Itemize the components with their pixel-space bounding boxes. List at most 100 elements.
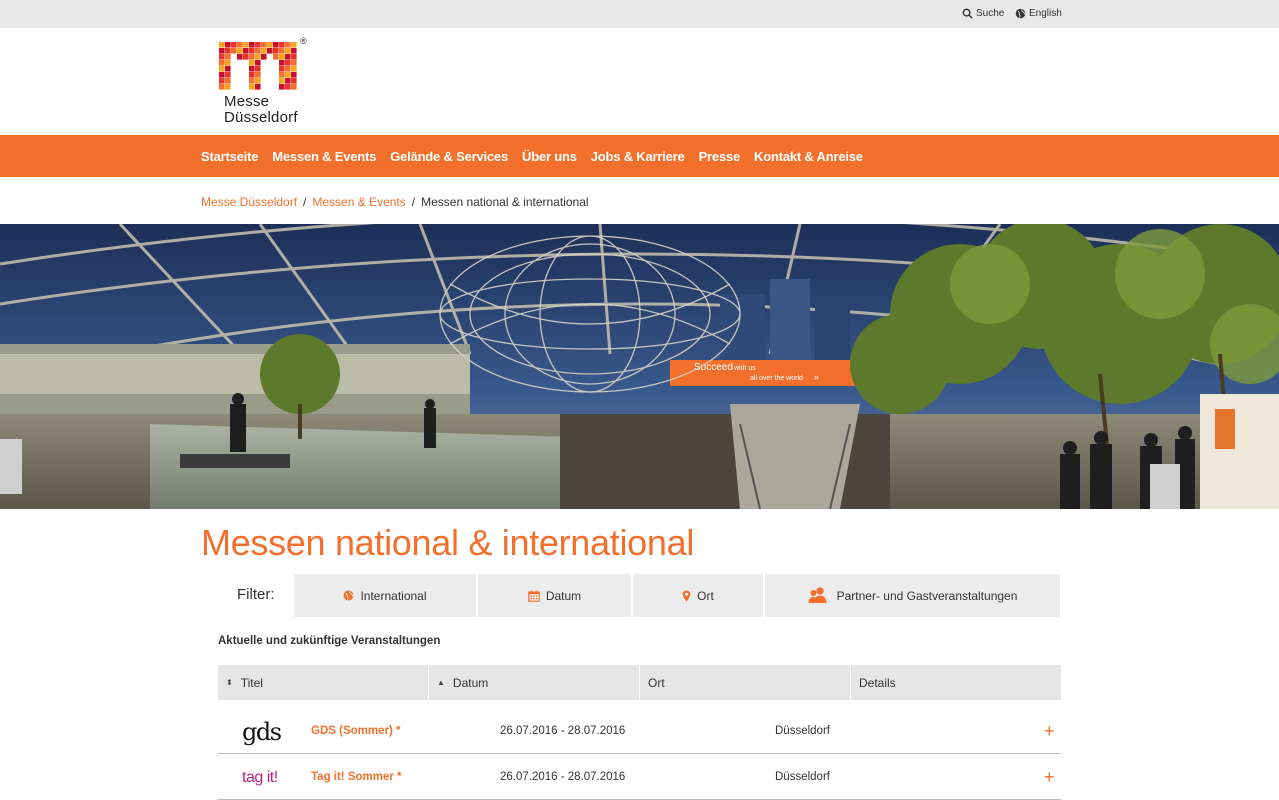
calendar-icon [528, 590, 540, 602]
logo-pixel [219, 60, 225, 66]
logo-pixel [249, 48, 255, 54]
nav-item-messen-events[interactable]: Messen & Events [272, 149, 376, 164]
logo-pixel [267, 48, 273, 54]
exhibition-hall-photo: Succeed with us all over the world » [0, 224, 1279, 509]
expand-details-button[interactable]: + [1044, 754, 1055, 800]
events-section-title: Aktuelle und zukünftige Veranstaltungen [218, 635, 441, 647]
tag-it-logo-text: tag it! [242, 769, 278, 786]
site-header: ® Messe Düsseldorf [0, 28, 1279, 135]
logo-pixel [225, 66, 231, 72]
filter-partner-events-button[interactable]: Partner- und Gastveranstaltungen [765, 574, 1060, 617]
logo-mark-icon [219, 42, 297, 90]
globe-icon [344, 590, 354, 601]
logo-pixel [237, 42, 243, 48]
logo-pixel [249, 72, 255, 78]
logo-pixel [273, 48, 279, 54]
logo-pixel [285, 72, 291, 78]
filter-location-button[interactable]: Ort [633, 574, 763, 617]
logo-pixel [249, 42, 255, 48]
column-header-location[interactable]: Ort [640, 665, 850, 700]
logo-pixel [225, 42, 231, 48]
expand-details-button[interactable]: + [1044, 708, 1055, 754]
logo-pixel [219, 48, 225, 54]
logo-pixel [249, 54, 255, 60]
logo-pixel [255, 66, 261, 72]
logo-pixel [291, 84, 297, 90]
logo-pixel [249, 60, 255, 66]
logo-pixel [255, 60, 261, 66]
sort-both-icon: ⬍ [226, 678, 233, 687]
gds-logo-text: gds [242, 718, 282, 746]
messe-duesseldorf-logo[interactable]: ® Messe Düsseldorf [218, 36, 318, 131]
filter-date-button[interactable]: Datum [478, 574, 631, 617]
nav-item-ueber-uns[interactable]: Über uns [522, 149, 577, 164]
logo-pixel [291, 60, 297, 66]
table-row[interactable]: tag it! Tag it! Sommer * 26.07.2016 - 28… [218, 754, 1061, 800]
nav-item-startseite[interactable]: Startseite [201, 149, 258, 164]
filter-date-label: Datum [545, 588, 582, 603]
logo-pixel [291, 72, 297, 78]
column-header-title-label: Titel [240, 675, 263, 690]
hero-banner-text-2: with us [733, 365, 756, 372]
logo-pixel [291, 54, 297, 60]
events-table-header: ⬍ Titel ▲ Datum Ort Details [218, 665, 1061, 700]
logo-pixel [249, 66, 255, 72]
event-title-link[interactable]: GDS (Sommer) * [311, 708, 400, 754]
logo-pixel [285, 78, 291, 84]
event-title-link[interactable]: Tag it! Sommer * [311, 754, 402, 800]
people-icon [808, 587, 827, 603]
logo-pixel [225, 84, 231, 90]
logo-pixel [279, 66, 285, 72]
language-switch[interactable]: English [1015, 8, 1062, 19]
breadcrumb-link-home[interactable]: Messe Düsseldorf [201, 195, 297, 209]
logo-pixel [237, 54, 243, 60]
column-header-location-label: Ort [648, 675, 665, 690]
logo-pixel [279, 60, 285, 66]
logo-pixel [273, 42, 279, 48]
logo-pixel [255, 78, 261, 84]
event-location: Düsseldorf [775, 725, 830, 737]
logo-pixel [261, 42, 267, 48]
column-header-details-label: Details [859, 675, 896, 690]
nav-item-presse[interactable]: Presse [699, 149, 741, 164]
logo-pixel [243, 42, 249, 48]
logo-pixel [231, 48, 237, 54]
logo-pixel [279, 84, 285, 90]
gds-logo: gds [242, 718, 302, 746]
logo-wordmark: Messe Düsseldorf [224, 94, 298, 126]
nav-item-kontakt-anreise[interactable]: Kontakt & Anreise [754, 149, 863, 164]
breadcrumb-current: Messen national & international [421, 195, 589, 209]
logo-pixel [255, 72, 261, 78]
logo-pixel [255, 54, 261, 60]
table-row[interactable]: gds GDS (Sommer) * 26.07.2016 - 28.07.20… [218, 708, 1061, 754]
filter-label: Filter: [237, 586, 275, 603]
column-header-date[interactable]: ▲ Datum [429, 665, 639, 700]
search-label: Suche [976, 8, 1005, 19]
registered-mark: ® [300, 36, 307, 46]
page-title: Messen national & international [201, 522, 695, 563]
logo-pixel [219, 66, 225, 72]
breadcrumb-separator: / [411, 195, 416, 209]
column-header-date-label: Datum [452, 675, 489, 690]
search-link[interactable]: Suche [962, 8, 1004, 19]
breadcrumb-link-messen-events[interactable]: Messen & Events [312, 195, 405, 209]
logo-pixel [273, 54, 279, 60]
logo-pixel [291, 66, 297, 72]
logo-pixel [279, 42, 285, 48]
filter-location-label: Ort [697, 588, 714, 603]
logo-pixel [219, 54, 225, 60]
nav-item-jobs-karriere[interactable]: Jobs & Karriere [591, 149, 685, 164]
logo-pixel [279, 48, 285, 54]
column-header-title[interactable]: ⬍ Titel [218, 665, 428, 700]
logo-pixel [291, 48, 297, 54]
logo-line-1: Messe [224, 93, 270, 110]
logo-pixel [243, 48, 249, 54]
search-icon [962, 8, 973, 19]
logo-pixel [231, 42, 237, 48]
logo-pixel [279, 72, 285, 78]
logo-pixel [285, 54, 291, 60]
filter-partner-events-label: Partner- und Gastveranstaltungen [836, 588, 1018, 603]
filter-international-button[interactable]: International [294, 574, 476, 617]
hero-image: Succeed with us all over the world » [0, 224, 1279, 509]
nav-item-gelaende-services[interactable]: Gelände & Services [390, 149, 508, 164]
